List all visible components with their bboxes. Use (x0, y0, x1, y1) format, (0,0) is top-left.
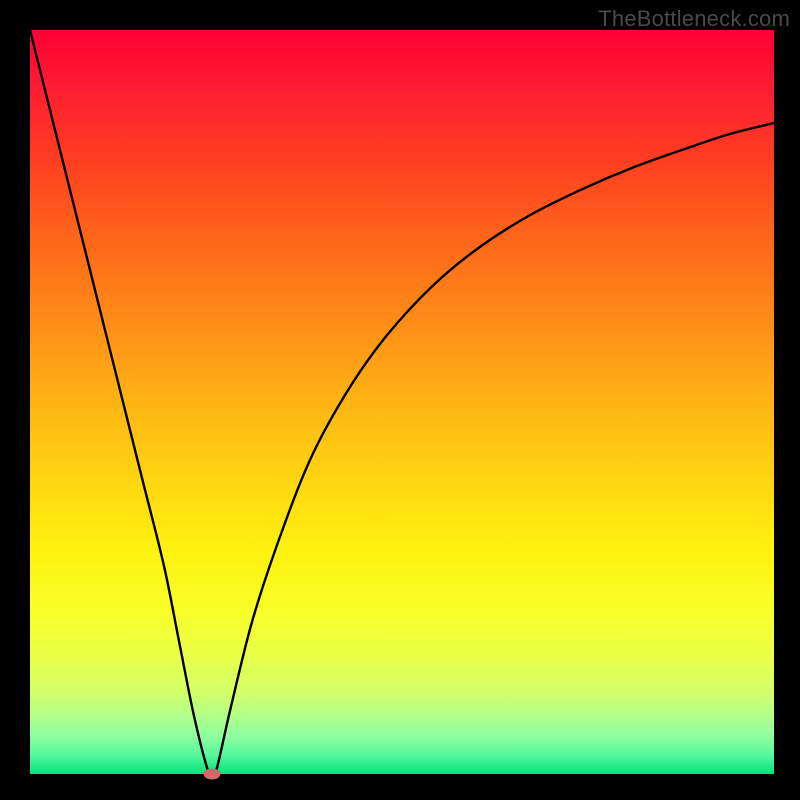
curve-path (30, 30, 774, 776)
minimum-marker (204, 769, 221, 780)
chart-frame (30, 30, 774, 774)
bottleneck-curve (30, 30, 774, 774)
watermark-text: TheBottleneck.com (598, 6, 790, 32)
